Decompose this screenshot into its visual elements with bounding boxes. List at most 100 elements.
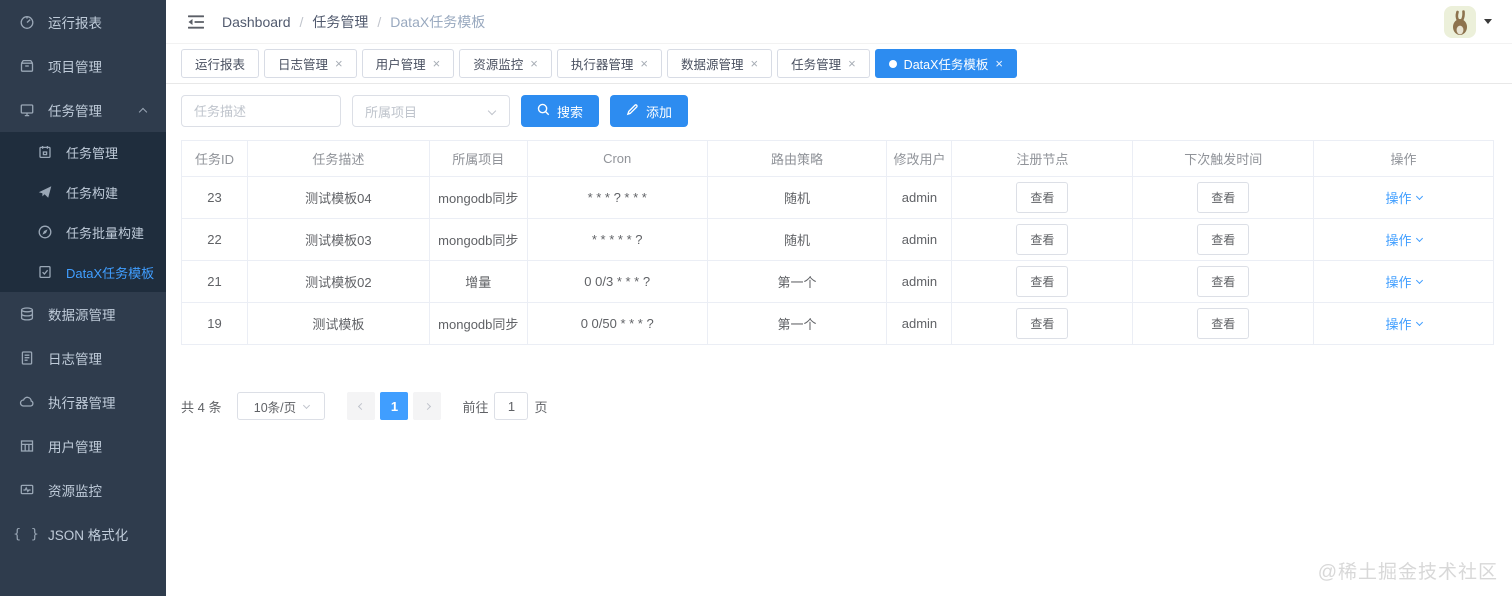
tab-executor-mgmt[interactable]: 执行器管理 ×: [556, 49, 662, 78]
project-select[interactable]: 所属项目: [352, 95, 510, 127]
sidebar-item-resource-monitor[interactable]: 资源监控: [0, 468, 166, 512]
tab-resource-monitor[interactable]: 资源监控 ×: [459, 49, 552, 78]
view-nodes-button[interactable]: 查看: [1016, 266, 1069, 297]
close-icon[interactable]: ×: [530, 57, 538, 70]
sidebar-item-json-format[interactable]: { } JSON 格式化: [0, 512, 166, 556]
action-dropdown[interactable]: 操作: [1386, 272, 1423, 291]
sidebar-item-run-report[interactable]: 运行报表: [0, 0, 166, 44]
task-desc-input[interactable]: [181, 95, 341, 127]
chevron-up-icon: [138, 103, 148, 118]
view-nodes-button[interactable]: 查看: [1016, 308, 1069, 339]
page-unit-label: 页: [534, 399, 548, 415]
sidebar-item-label: 执行器管理: [48, 396, 116, 411]
page-size-value: 10条/页: [253, 400, 297, 415]
sidebar-item-label: 任务构建: [66, 185, 119, 201]
close-icon[interactable]: ×: [750, 57, 758, 70]
sidebar-item-label: 数据源管理: [48, 308, 116, 323]
breadcrumb-task-mgmt[interactable]: 任务管理: [312, 12, 368, 32]
chevron-down-icon: [1415, 192, 1423, 201]
action-dropdown[interactable]: 操作: [1386, 314, 1423, 333]
tab-label: 资源监控: [473, 58, 524, 72]
paper-plane-icon: [36, 184, 53, 201]
cell-task-desc: 测试模板: [246, 302, 430, 345]
table-header-row: 任务ID 任务描述 所属项目 Cron 路由策略 修改用户 注册节点 下次触发时…: [181, 140, 1494, 177]
top-header: Dashboard / 任务管理 / DataX任务模板: [166, 0, 1512, 44]
tab-run-report[interactable]: 运行报表: [181, 49, 260, 78]
sidebar-item-label: DataX任务模板: [66, 265, 155, 281]
cell-route: 随机: [706, 218, 888, 261]
sidebar-item-label: 任务管理: [66, 145, 119, 161]
sidebar-item-log-mgmt[interactable]: 日志管理: [0, 336, 166, 380]
col-task-id: 任务ID: [181, 140, 248, 177]
sidebar-item-project-mgmt[interactable]: 项目管理: [0, 44, 166, 88]
tab-datasource-mgmt[interactable]: 数据源管理 ×: [666, 49, 773, 78]
sidebar-fold-icon[interactable]: [186, 12, 206, 32]
tab-log-mgmt[interactable]: 日志管理 ×: [264, 49, 357, 78]
view-trigger-button[interactable]: 查看: [1197, 266, 1250, 297]
sidebar-item-label: 项目管理: [48, 60, 102, 75]
next-page-button[interactable]: [413, 392, 442, 420]
project-box-icon: [18, 58, 35, 75]
chevron-down-icon: [1415, 318, 1423, 327]
sidebar-item-datasource-mgmt[interactable]: 数据源管理: [0, 292, 166, 336]
prev-page-button[interactable]: [347, 392, 376, 420]
cell-route: 第一个: [706, 260, 888, 303]
log-file-icon: [18, 350, 35, 367]
tab-datax-template[interactable]: DataX任务模板 ×: [874, 49, 1018, 78]
breadcrumb-dashboard[interactable]: Dashboard: [222, 14, 291, 30]
col-actions: 操作: [1313, 140, 1494, 177]
user-menu[interactable]: [1444, 5, 1492, 38]
goto-page-input[interactable]: [494, 392, 529, 420]
sidebar-subitem-task-build[interactable]: 任务构建: [0, 172, 166, 212]
tab-task-mgmt[interactable]: 任务管理 ×: [777, 49, 870, 78]
add-button[interactable]: 添加: [610, 95, 689, 127]
user-grid-icon: [18, 438, 35, 455]
action-dropdown[interactable]: 操作: [1386, 230, 1423, 249]
action-dropdown[interactable]: 操作: [1386, 188, 1423, 207]
sidebar: 运行报表 项目管理 任务管理 任务管理 任务构建 任务批量构建 DataX任务模…: [0, 0, 166, 596]
close-icon[interactable]: ×: [335, 57, 343, 70]
close-icon[interactable]: ×: [848, 57, 856, 70]
search-button[interactable]: 搜索: [521, 95, 600, 127]
cell-project: 增量: [428, 260, 528, 303]
table-row: 21 测试模板02 增量 0 0/3 * * * ? 第一个 admin 查看 …: [181, 260, 1494, 303]
sidebar-subitem-task-mgmt[interactable]: 任务管理: [0, 132, 166, 172]
chevron-down-icon: [303, 401, 311, 409]
view-trigger-button[interactable]: 查看: [1197, 224, 1250, 255]
sidebar-subitem-datax-template[interactable]: DataX任务模板: [0, 252, 166, 292]
cell-task-desc: 测试模板02: [246, 260, 430, 303]
cell-cron: 0 0/3 * * * ?: [526, 260, 708, 303]
sidebar-item-user-mgmt[interactable]: 用户管理: [0, 424, 166, 468]
view-trigger-button[interactable]: 查看: [1197, 308, 1250, 339]
project-select-placeholder: 所属项目: [365, 104, 418, 120]
sidebar-item-executor-mgmt[interactable]: 执行器管理: [0, 380, 166, 424]
search-button-label: 搜索: [557, 104, 584, 120]
user-avatar[interactable]: [1444, 5, 1476, 38]
doc-check-icon: [36, 264, 53, 281]
page-number-1[interactable]: 1: [380, 392, 409, 420]
page-size-select[interactable]: 10条/页: [237, 392, 326, 420]
cell-cron: * * * ? * * *: [526, 176, 708, 219]
cell-project: mongodb同步: [428, 176, 528, 219]
cell-user: admin: [886, 260, 953, 303]
chevron-left-icon: [357, 402, 366, 410]
sidebar-subitem-task-batch-build[interactable]: 任务批量构建: [0, 212, 166, 252]
close-icon[interactable]: ×: [995, 57, 1003, 70]
tab-user-mgmt[interactable]: 用户管理 ×: [361, 49, 455, 78]
sidebar-item-task-mgmt[interactable]: 任务管理: [0, 88, 166, 132]
view-trigger-button[interactable]: 查看: [1197, 182, 1250, 213]
view-nodes-button[interactable]: 查看: [1016, 182, 1069, 213]
col-project: 所属项目: [428, 140, 528, 177]
close-icon[interactable]: ×: [640, 57, 648, 70]
search-icon: [537, 103, 550, 119]
cell-user: admin: [886, 218, 953, 261]
close-icon[interactable]: ×: [433, 57, 441, 70]
tab-label: 运行报表: [195, 58, 246, 72]
col-registered-nodes: 注册节点: [951, 140, 1134, 177]
table-row: 19 测试模板 mongodb同步 0 0/50 * * * ? 第一个 adm…: [181, 302, 1494, 345]
braces-icon: { }: [13, 526, 40, 542]
sidebar-item-label: 任务批量构建: [66, 225, 145, 241]
tags-view-bar: 运行报表 日志管理 × 用户管理 × 资源监控 × 执行器管理 × 数据源管理 …: [166, 44, 1512, 84]
view-nodes-button[interactable]: 查看: [1016, 224, 1069, 255]
clipboard-icon: [36, 144, 53, 161]
